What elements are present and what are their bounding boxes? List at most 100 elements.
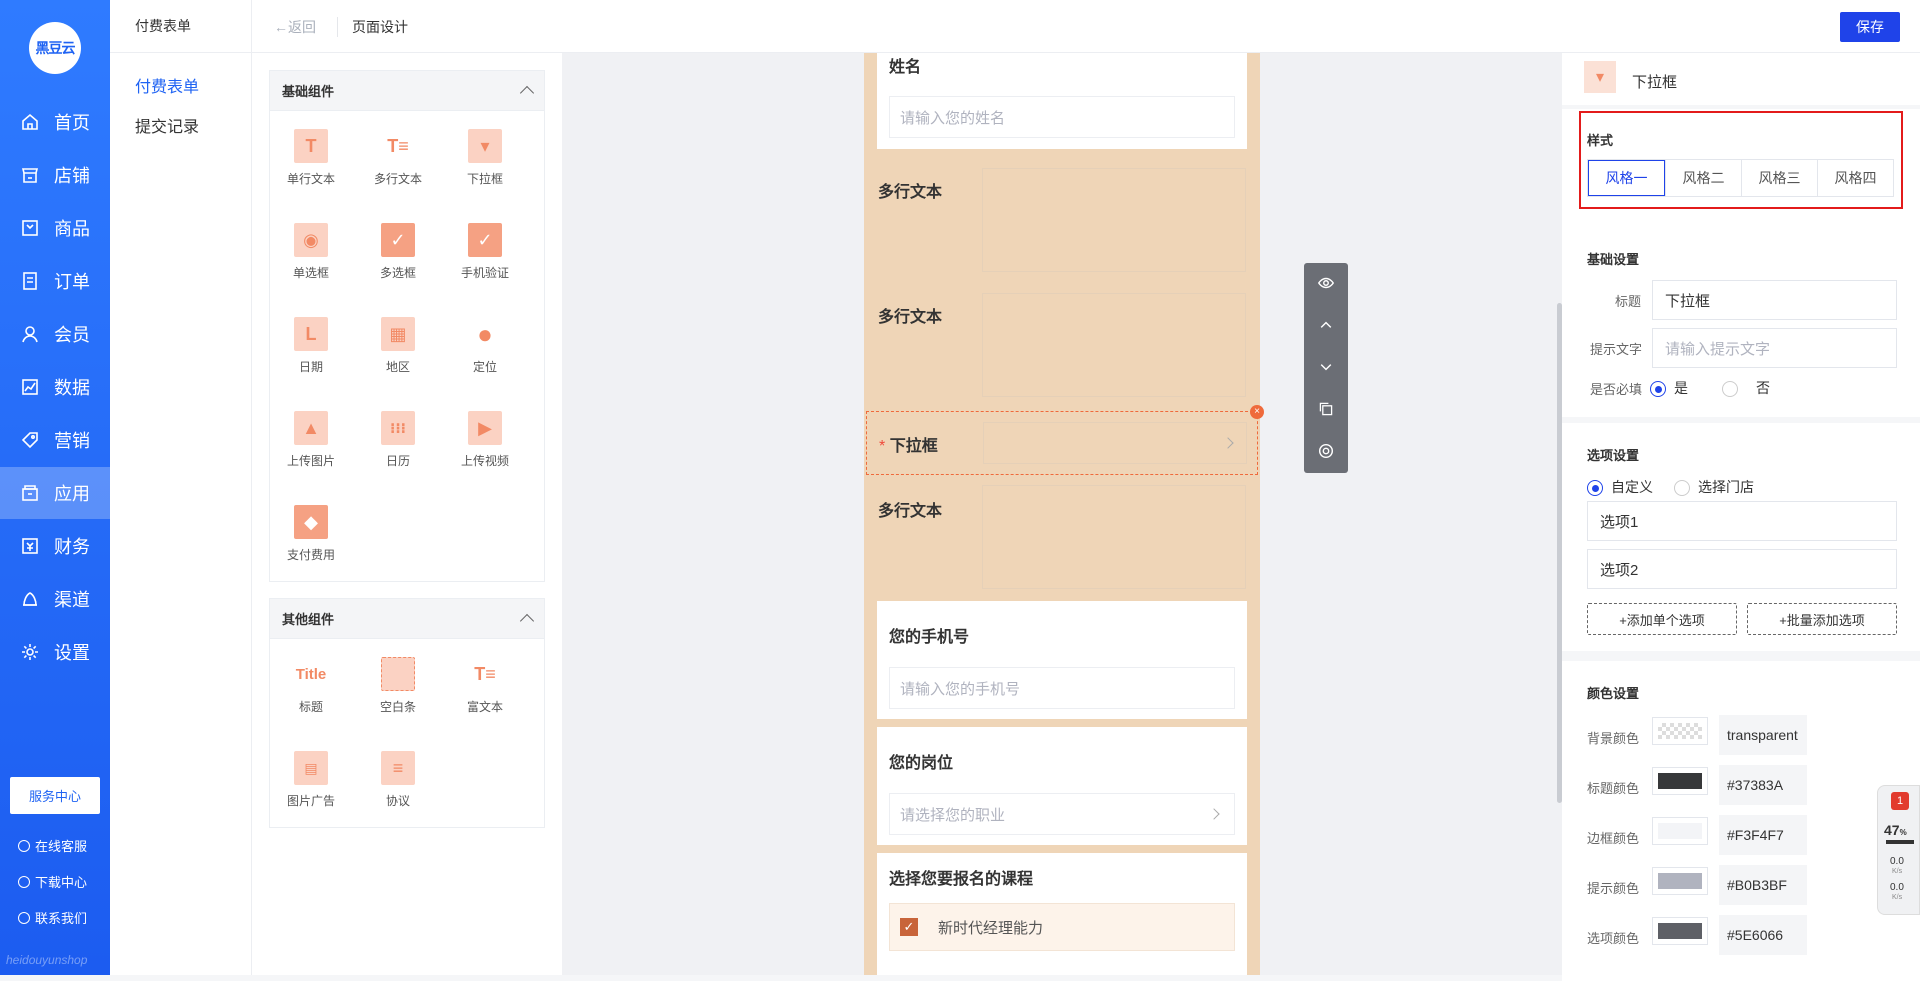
- nav-item-orders[interactable]: 订单: [0, 255, 110, 307]
- comp-single-text[interactable]: T 单行文本: [276, 129, 346, 187]
- comp-upload-video[interactable]: ▶ 上传视频: [450, 411, 520, 469]
- title-color-swatch[interactable]: [1652, 767, 1708, 795]
- course-field-card[interactable]: 选择您要报名的课程 ✓ 新时代经理能力: [877, 853, 1247, 975]
- hint-input[interactable]: 请输入提示文字: [1652, 328, 1897, 368]
- radio-icon: ◉: [294, 223, 328, 257]
- multiline-textarea[interactable]: [982, 293, 1246, 397]
- comp-payment[interactable]: ◆ 支付费用: [276, 505, 346, 563]
- title-input[interactable]: 下拉框: [1652, 280, 1897, 320]
- location-pin-icon: ●: [477, 318, 493, 349]
- comp-upload-image[interactable]: ▲ 上传图片: [276, 411, 346, 469]
- sub-item-records[interactable]: 提交记录: [135, 113, 199, 137]
- comp-phone-verify[interactable]: ✓ 手机验证: [450, 223, 520, 281]
- rich-text-icon: T≡: [474, 663, 496, 684]
- nav-item-members[interactable]: 会员: [0, 308, 110, 360]
- network-speed-widget[interactable]: 1 47% 0.0 K/s 0.0 K/s: [1877, 785, 1920, 915]
- online-service-link[interactable]: 在线客服: [18, 836, 87, 855]
- comp-blank[interactable]: 空白条: [363, 657, 433, 715]
- hint-color-value[interactable]: #B0B3BF: [1719, 865, 1807, 905]
- comp-location[interactable]: ● 定位: [450, 317, 520, 375]
- add-batch-options-button[interactable]: +批量添加选项: [1747, 603, 1897, 635]
- course-field-label: 选择您要报名的课程: [889, 871, 1034, 888]
- custom-radio[interactable]: 自定义: [1587, 477, 1653, 497]
- delete-target-icon[interactable]: [1316, 441, 1336, 461]
- nav-item-data[interactable]: 数据: [0, 361, 110, 413]
- chevron-down-icon[interactable]: [1316, 357, 1336, 377]
- option-color-swatch[interactable]: [1652, 917, 1708, 945]
- option-input-1[interactable]: 选项1: [1587, 501, 1897, 541]
- chevron-up-icon[interactable]: [1316, 315, 1336, 335]
- style-title: 样式: [1587, 133, 1614, 148]
- style-tab-2[interactable]: 风格二: [1665, 160, 1741, 196]
- comp-region[interactable]: ▦ 地区: [363, 317, 433, 375]
- phone-field-card[interactable]: 您的手机号 请输入您的手机号: [877, 601, 1247, 719]
- close-icon[interactable]: ×: [1250, 405, 1264, 419]
- nav-item-goods[interactable]: 商品: [0, 202, 110, 254]
- required-yes-radio[interactable]: 是: [1650, 378, 1688, 398]
- job-field-card[interactable]: 您的岗位 请选择您的职业: [877, 727, 1247, 845]
- comp-multi-text[interactable]: T≡ 多行文本: [363, 129, 433, 187]
- multiline-textarea[interactable]: [982, 485, 1246, 589]
- course-option[interactable]: ✓ 新时代经理能力: [889, 903, 1235, 951]
- style-tab-4[interactable]: 风格四: [1817, 160, 1893, 196]
- eye-icon[interactable]: [1316, 273, 1336, 293]
- comp-calendar[interactable]: ⁝⁝⁝ 日历: [363, 411, 433, 469]
- nav-item-channel[interactable]: 渠道: [0, 573, 110, 625]
- name-field-card[interactable]: 姓名 请输入您的姓名: [877, 53, 1247, 149]
- copy-icon[interactable]: [1316, 399, 1336, 419]
- comp-select[interactable]: ▾ 下拉框: [450, 129, 520, 187]
- phone-input[interactable]: 请输入您的手机号: [889, 667, 1235, 709]
- comp-rich-text[interactable]: T≡ 富文本: [450, 657, 520, 715]
- style-tab-3[interactable]: 风格三: [1741, 160, 1817, 196]
- multiline-textarea[interactable]: [982, 168, 1246, 272]
- checkbox-checked-icon: ✓: [900, 918, 918, 936]
- back-link[interactable]: ←返回: [274, 17, 316, 37]
- name-input[interactable]: 请输入您的姓名: [889, 96, 1235, 138]
- store-radio[interactable]: 选择门店: [1674, 477, 1754, 497]
- nav-item-store[interactable]: 店铺: [0, 149, 110, 201]
- nav-item-home[interactable]: 首页: [0, 96, 110, 148]
- save-button[interactable]: 保存: [1840, 12, 1900, 42]
- bg-color-value[interactable]: transparent: [1719, 715, 1807, 755]
- basic-components-header[interactable]: 基础组件: [270, 71, 544, 111]
- title-color-value[interactable]: #37383A: [1719, 765, 1807, 805]
- job-select[interactable]: 请选择您的职业: [889, 793, 1235, 835]
- nav-item-finance[interactable]: 财务: [0, 520, 110, 572]
- border-color-value[interactable]: #F3F4F7: [1719, 815, 1807, 855]
- custom-label: 自定义: [1611, 479, 1653, 495]
- contact-us-link[interactable]: 联系我们: [18, 908, 87, 927]
- comp-label: 下拉框: [466, 172, 503, 186]
- bg-color-swatch[interactable]: [1652, 717, 1708, 745]
- sub-item-paid-form[interactable]: 付费表单: [135, 73, 199, 97]
- nav-item-apps[interactable]: 应用: [0, 467, 110, 519]
- nav-label: 设置: [54, 643, 90, 663]
- add-single-option-button[interactable]: +添加单个选项: [1587, 603, 1737, 635]
- multiline-field-3[interactable]: 多行文本: [864, 485, 1260, 595]
- required-no-label: 否: [1756, 380, 1770, 396]
- required-no-radio[interactable]: 否: [1722, 378, 1770, 398]
- comp-title[interactable]: Title 标题: [276, 657, 346, 715]
- nav-item-settings[interactable]: 设置: [0, 626, 110, 678]
- option-input-2[interactable]: 选项2: [1587, 549, 1897, 589]
- service-center-button[interactable]: 服务中心: [10, 777, 100, 814]
- comp-agreement[interactable]: ≡ 协议: [363, 751, 433, 809]
- border-color-swatch[interactable]: [1652, 817, 1708, 845]
- nav-item-marketing[interactable]: 营销: [0, 414, 110, 466]
- style-tab-1[interactable]: 风格一: [1588, 160, 1665, 196]
- hint-color-swatch[interactable]: [1652, 867, 1708, 895]
- chart-icon: [22, 379, 38, 395]
- comp-checkbox[interactable]: ✓ 多选框: [363, 223, 433, 281]
- dropdown-box[interactable]: [983, 422, 1247, 464]
- other-components-header[interactable]: 其他组件: [270, 599, 544, 639]
- selected-dropdown-field[interactable]: * 下拉框 ×: [866, 405, 1264, 475]
- comp-label: 图片广告: [286, 794, 335, 808]
- option-color-value[interactable]: #5E6066: [1719, 915, 1807, 955]
- home-icon: [22, 113, 38, 130]
- comp-radio[interactable]: ◉ 单选框: [276, 223, 346, 281]
- multiline-field-1[interactable]: 多行文本: [864, 168, 1260, 278]
- download-center-link[interactable]: 下载中心: [18, 872, 87, 891]
- comp-date[interactable]: L 日期: [276, 317, 346, 375]
- comp-image-ad[interactable]: ▤ 图片广告: [276, 751, 346, 809]
- comp-label: 标题: [298, 700, 323, 714]
- multiline-field-2[interactable]: 多行文本: [864, 293, 1260, 403]
